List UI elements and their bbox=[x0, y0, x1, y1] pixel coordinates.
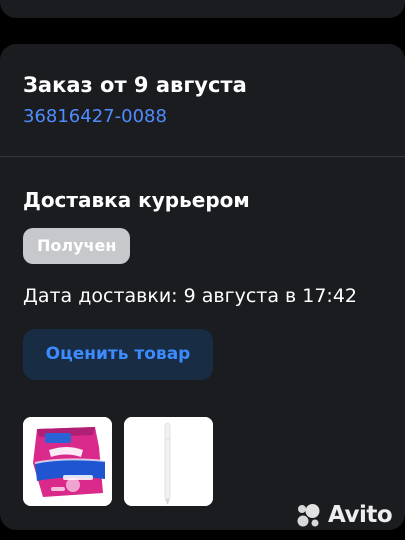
order-header: Заказ от 9 августа 36816427-0088 bbox=[0, 44, 405, 157]
order-screen: Заказ от 9 августа 36816427-0088 Доставк… bbox=[0, 0, 405, 540]
avito-watermark: Avito bbox=[296, 500, 393, 530]
avito-wordmark: Avito bbox=[328, 502, 393, 528]
rate-product-button[interactable]: Оценить товар bbox=[23, 329, 213, 380]
delivery-date: Дата доставки: 9 августа в 17:42 bbox=[23, 285, 358, 307]
ozon-package-icon bbox=[23, 417, 112, 506]
product-thumbnail-ozon-package[interactable] bbox=[23, 417, 112, 506]
avito-logo-icon bbox=[297, 504, 320, 527]
stylus-pen-icon bbox=[124, 417, 213, 506]
order-card: Заказ от 9 августа 36816427-0088 Доставк… bbox=[0, 44, 405, 530]
product-thumbnail-stylus[interactable] bbox=[124, 417, 213, 506]
previous-card bbox=[0, 0, 405, 18]
order-number-link[interactable]: 36816427-0088 bbox=[23, 104, 167, 130]
order-title: Заказ от 9 августа bbox=[23, 73, 247, 97]
status-badge: Получен bbox=[23, 228, 131, 264]
delivery-type-heading: Доставка курьером bbox=[23, 188, 250, 212]
